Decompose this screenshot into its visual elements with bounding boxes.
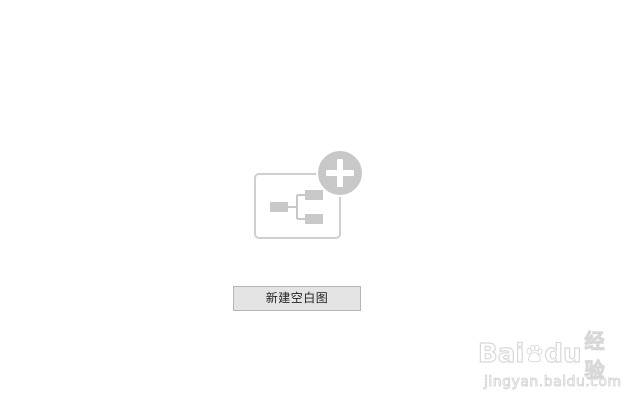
new-blank-map-button[interactable]: 新建空白图 [233, 286, 361, 311]
watermark-brand-left: Bai [477, 338, 525, 369]
mind-map-root-node [270, 202, 288, 212]
watermark-brand-right: du [544, 338, 582, 369]
mind-map-child-node [305, 190, 323, 200]
baidu-jingyan-watermark: Bai du 经验 jingyan.baidu.com [477, 329, 621, 398]
blank-map-start-screen: 新建空白图 Bai du 经验 jingyan.baidu.com [0, 0, 630, 409]
watermark-url: jingyan.baidu.com [484, 374, 622, 391]
watermark-brand-row: Bai du 经验 [477, 329, 612, 383]
mind-map-child-node [305, 214, 323, 224]
plus-icon-vertical [337, 159, 343, 187]
baidu-paw-icon [526, 345, 543, 363]
new-mind-map-plus-icon[interactable] [248, 148, 368, 244]
